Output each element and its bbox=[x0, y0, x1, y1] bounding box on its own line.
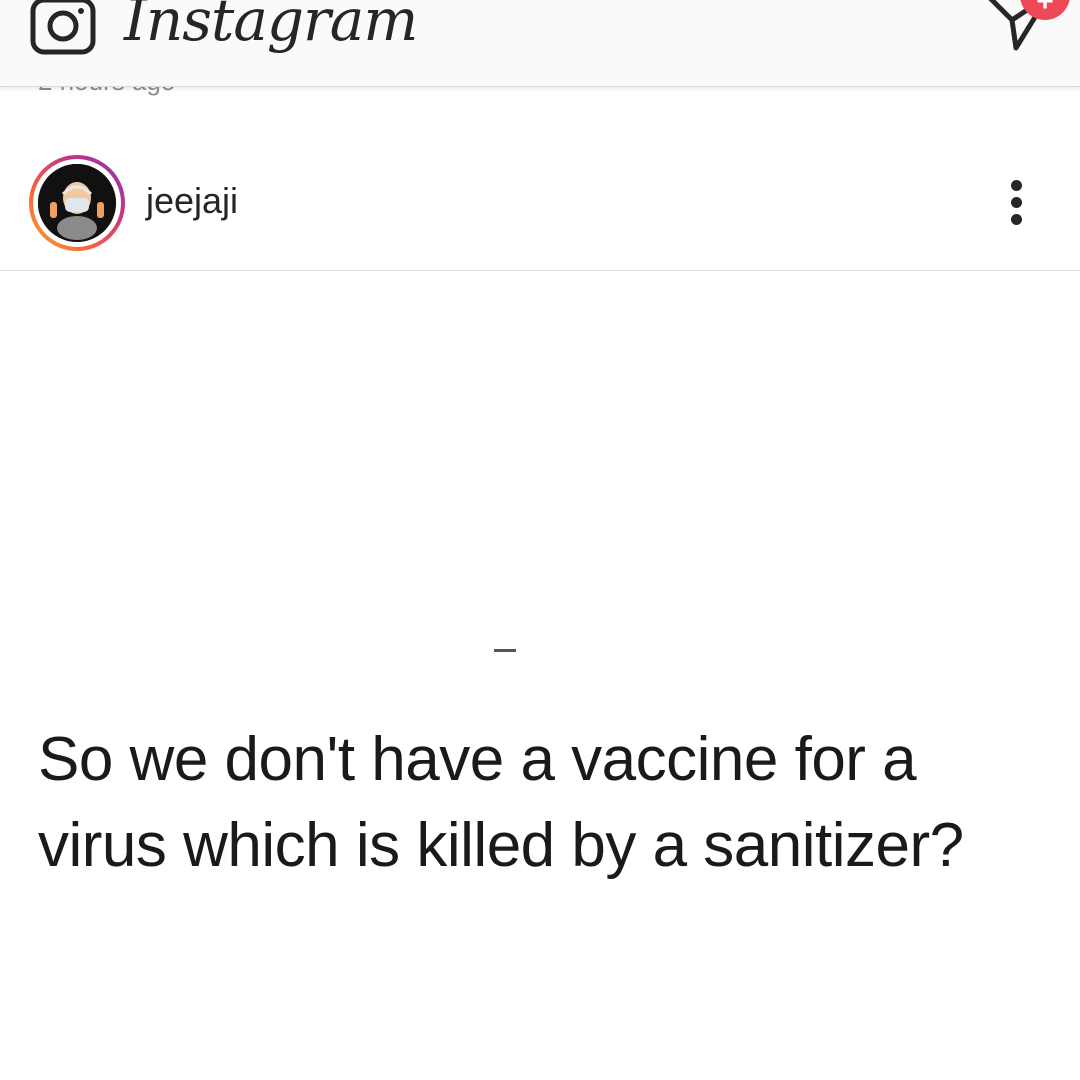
instagram-wordmark: Instagram bbox=[124, 0, 418, 54]
meme-caption-text: So we don't have a vaccine for a virus w… bbox=[38, 717, 1068, 889]
post-image[interactable]: So we don't have a vaccine for a virus w… bbox=[0, 271, 1080, 1080]
story-ring[interactable] bbox=[29, 155, 125, 251]
post-header: jeejaji bbox=[0, 130, 1080, 271]
camera-button[interactable] bbox=[28, 0, 98, 56]
image-dash-mark bbox=[494, 649, 516, 652]
instagram-app: 2 hours ago Instagram + bbox=[0, 0, 1080, 1080]
more-options-button[interactable] bbox=[996, 176, 1036, 228]
camera-icon bbox=[30, 0, 96, 55]
meme-line-2: virus which is killed by a sanitizer? bbox=[38, 811, 964, 880]
more-options-icon bbox=[1011, 180, 1022, 191]
avatar-image-icon bbox=[38, 164, 116, 242]
meme-line-1: So we don't have a vaccine for a bbox=[38, 725, 917, 794]
top-app-bar: Instagram + bbox=[0, 0, 1080, 87]
post-username[interactable]: jeejaji bbox=[146, 180, 238, 222]
avatar bbox=[38, 164, 116, 242]
